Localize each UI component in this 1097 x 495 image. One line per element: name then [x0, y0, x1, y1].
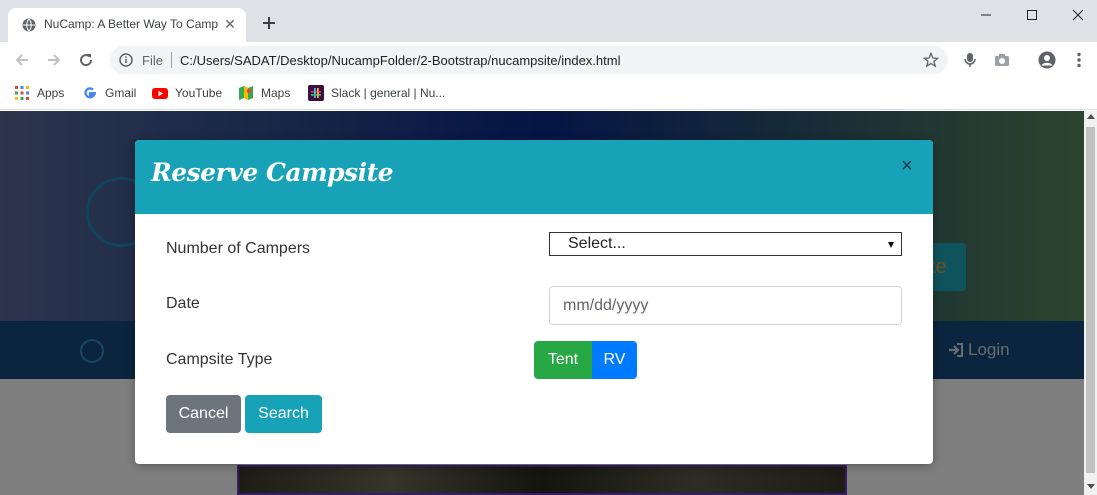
search-button[interactable]: Search	[245, 395, 322, 433]
window-close-icon[interactable]	[1055, 0, 1097, 30]
tent-button[interactable]: Tent	[534, 341, 592, 379]
forward-icon[interactable]	[44, 50, 64, 70]
info-icon[interactable]	[119, 53, 133, 67]
reload-icon[interactable]	[76, 50, 96, 70]
modal-header: Reserve Campsite ×	[135, 140, 933, 214]
scroll-up-arrow-icon[interactable]	[1087, 114, 1095, 119]
bookmark-label: YouTube	[175, 86, 223, 100]
tab-close-icon[interactable]: ✕	[222, 16, 238, 32]
rv-button[interactable]: RV	[592, 341, 637, 379]
bookmark-slack[interactable]: Slack | general | Nu...	[308, 84, 445, 102]
tab-strip: NuCamp: A Better Way To Camp ✕	[0, 0, 1097, 42]
campsite-type-label: Campsite Type	[166, 351, 273, 368]
modal-title: Reserve Campsite	[151, 158, 394, 187]
address-url[interactable]: C:/Users/SADAT/Desktop/NucampFolder/2-Bo…	[180, 53, 620, 68]
maps-icon	[239, 86, 253, 100]
bookmark-label: Gmail	[105, 86, 137, 100]
address-bar[interactable]: File C:/Users/SADAT/Desktop/NucampFolder…	[110, 46, 948, 74]
cancel-button[interactable]: Cancel	[166, 395, 241, 433]
google-icon	[84, 87, 96, 99]
profile-avatar-icon[interactable]	[1038, 51, 1056, 69]
youtube-icon	[152, 88, 168, 99]
microphone-icon[interactable]	[961, 51, 979, 69]
bookmark-label: Maps	[261, 86, 291, 100]
date-label: Date	[166, 295, 200, 312]
bookmark-youtube[interactable]: YouTube	[152, 84, 222, 102]
campers-select-value: Select...	[568, 235, 626, 252]
browser-toolbar: File C:/Users/SADAT/Desktop/NucampFolder…	[0, 42, 1097, 78]
modal-close-icon[interactable]: ×	[901, 156, 913, 176]
bookmark-label: Slack | general | Nu...	[331, 86, 446, 100]
maximize-icon[interactable]	[1009, 0, 1055, 30]
scroll-thumb[interactable]	[1086, 127, 1095, 473]
campers-label: Number of Campers	[166, 240, 311, 257]
dropdown-arrow-icon	[888, 242, 894, 248]
tab-title: NuCamp: A Better Way To Camp	[44, 17, 219, 31]
slack-icon	[308, 85, 324, 101]
menu-kebab-icon[interactable]	[1070, 51, 1088, 69]
bookmark-gmail[interactable]: Gmail	[82, 84, 136, 102]
new-tab-icon[interactable]	[259, 13, 279, 33]
scroll-down-arrow-icon[interactable]	[1087, 484, 1095, 489]
bookmark-star-icon[interactable]	[923, 52, 939, 68]
globe-icon	[22, 18, 36, 32]
camera-icon[interactable]	[993, 51, 1011, 69]
page-scrollbar[interactable]	[1084, 111, 1097, 495]
back-icon[interactable]	[12, 50, 32, 70]
bookmark-label: Apps	[37, 86, 65, 100]
minimize-icon[interactable]	[963, 0, 1009, 30]
address-scheme: File	[142, 53, 163, 68]
bookmark-apps[interactable]: Apps	[14, 84, 64, 102]
campers-select[interactable]: Select...	[549, 232, 902, 256]
browser-tab[interactable]: NuCamp: A Better Way To Camp ✕	[8, 8, 246, 42]
address-divider	[171, 52, 172, 68]
bookmark-maps[interactable]: Maps	[238, 84, 290, 102]
apps-grid-icon	[15, 86, 29, 100]
date-input[interactable]: mm/dd/yyyy	[549, 286, 902, 325]
reserve-modal: Reserve Campsite × Number of Campers Sel…	[135, 140, 933, 464]
bookmarks-bar: Apps Gmail YouTube Maps Slack | general …	[0, 78, 1097, 110]
